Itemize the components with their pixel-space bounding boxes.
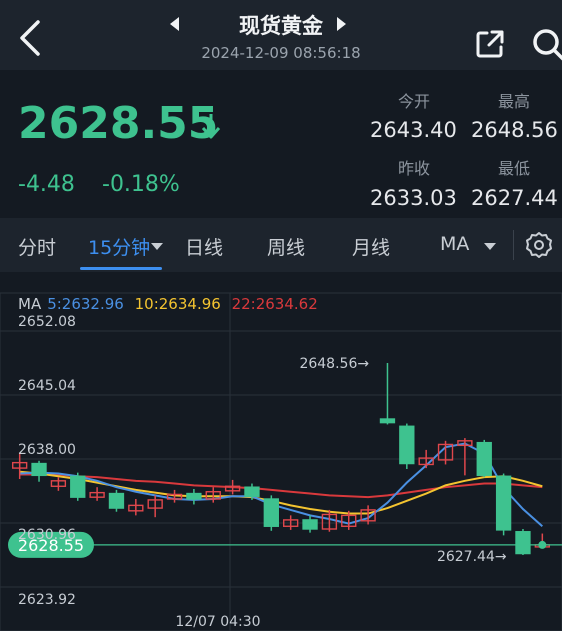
price-change-pct: -0.18% [102, 172, 180, 197]
candle-body [515, 531, 531, 555]
tab-weekly[interactable]: 周线 [267, 233, 305, 260]
open-value: 2643.40 [370, 118, 457, 142]
candle-body [186, 492, 202, 500]
y-tick-label: 2645.04 [18, 378, 76, 394]
gear-icon[interactable] [525, 231, 553, 259]
candle-body [263, 498, 279, 527]
high-value: 2648.56 [471, 118, 558, 142]
period-tabs: 分时 15分钟 日线 周线 月线 MA [0, 218, 562, 272]
low-annotation: 2627.44→ [437, 549, 507, 565]
tab-intraday[interactable]: 分时 [18, 233, 56, 260]
search-icon[interactable] [530, 26, 562, 62]
candle-body [495, 475, 512, 531]
prev-close-label: 昨收 [398, 159, 431, 178]
tab-monthly[interactable]: 月线 [352, 233, 390, 260]
x-axis-label: 12/07 04:30 [175, 614, 260, 630]
candle-body [108, 492, 125, 509]
ma-line-ma22 [19, 473, 543, 499]
y-tick-label: 2623.92 [18, 592, 76, 608]
candle-body [399, 425, 415, 465]
candle-body [302, 519, 318, 530]
last-price: 2628.55 [18, 98, 219, 149]
candlestick-chart[interactable]: 2628.552652.082645.042638.002630.962623.… [0, 285, 562, 631]
top-bar: 现货黄金 2024-12-09 08:56:18 [0, 0, 562, 70]
divider [513, 230, 514, 260]
candle-body [379, 418, 396, 424]
high-label: 最高 [498, 92, 531, 111]
candle-body [476, 441, 492, 477]
chevron-down-icon[interactable] [151, 243, 163, 250]
candle-body [31, 462, 47, 477]
price-change: -4.48 [18, 172, 75, 197]
open-label: 今开 [398, 92, 431, 111]
active-tab-indicator [80, 267, 162, 270]
y-tick-label: 2652.08 [18, 314, 76, 330]
next-icon[interactable] [337, 17, 346, 31]
prev-close-value: 2633.03 [370, 186, 457, 210]
current-price-dot [538, 540, 547, 549]
low-label: 最低 [498, 159, 531, 178]
tab-ma[interactable]: MA [440, 233, 469, 255]
tab-daily[interactable]: 日线 [185, 233, 223, 260]
chevron-down-icon[interactable] [484, 243, 496, 250]
share-icon[interactable] [474, 28, 506, 60]
y-tick-label: 2638.00 [18, 442, 76, 458]
tab-15min[interactable]: 15分钟 [88, 233, 150, 260]
high-annotation: 2648.56→ [299, 356, 369, 372]
down-arrow-icon [201, 114, 221, 139]
y-tick-label: 2630.96 [18, 527, 76, 543]
low-value: 2627.44 [471, 186, 558, 210]
candle-body [244, 486, 260, 497]
candle-body [70, 475, 86, 498]
ma-lines [19, 442, 543, 528]
